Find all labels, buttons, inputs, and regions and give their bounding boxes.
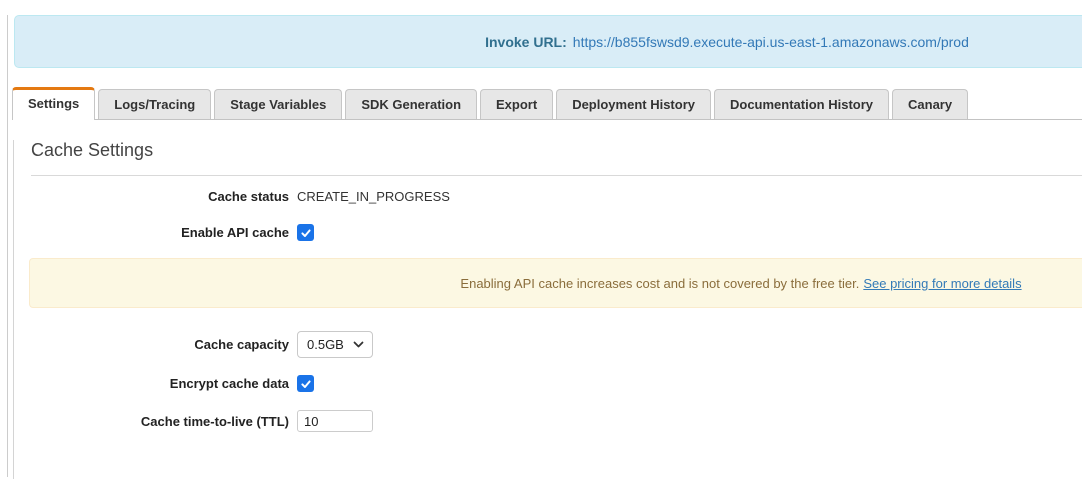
pricing-details-link[interactable]: See pricing for more details: [863, 276, 1021, 291]
warning-text: Enabling API cache increases cost and is…: [460, 275, 860, 291]
cache-capacity-row: Cache capacity 0.5GB: [14, 331, 1082, 358]
tab-export[interactable]: Export: [480, 89, 554, 119]
tab-canary[interactable]: Canary: [892, 89, 969, 119]
cache-status-value: CREATE_IN_PROGRESS: [297, 189, 450, 204]
checkmark-icon: [300, 379, 311, 388]
pane-divider[interactable]: [7, 15, 8, 477]
invoke-url-banner: Invoke URL: https://b855fswsd9.execute-a…: [14, 15, 1082, 68]
invoke-url-link[interactable]: https://b855fswsd9.execute-api.us-east-1…: [573, 34, 969, 50]
cache-ttl-row: Cache time-to-live (TTL): [14, 410, 1082, 432]
chevron-down-icon: [353, 341, 364, 348]
cache-ttl-input[interactable]: [297, 410, 373, 432]
invoke-url-label: Invoke URL:: [485, 33, 567, 50]
tab-logs-tracing[interactable]: Logs/Tracing: [98, 89, 212, 119]
encrypt-cache-data-checkbox[interactable]: [297, 375, 314, 392]
tab-sdk-generation[interactable]: SDK Generation: [345, 89, 478, 119]
tab-documentation-history[interactable]: Documentation History: [714, 89, 890, 119]
tab-settings[interactable]: Settings: [12, 87, 96, 120]
section-divider: [31, 175, 1082, 176]
tab-deployment-history[interactable]: Deployment History: [556, 89, 711, 119]
enable-api-cache-checkbox[interactable]: [297, 224, 314, 241]
enable-api-cache-row: Enable API cache: [14, 224, 1082, 241]
cache-capacity-select[interactable]: 0.5GB: [297, 331, 373, 358]
tab-stage-variables[interactable]: Stage Variables: [214, 89, 343, 119]
encrypt-cache-data-row: Encrypt cache data: [14, 375, 1082, 392]
cache-ttl-label: Cache time-to-live (TTL): [140, 413, 289, 429]
encrypt-cache-data-label: Encrypt cache data: [169, 376, 289, 391]
cache-pricing-warning: Enabling API cache increases cost and is…: [29, 258, 1082, 308]
cache-capacity-label: Cache capacity: [194, 337, 289, 352]
checkmark-icon: [300, 228, 311, 237]
cache-settings-title: Cache Settings: [31, 140, 154, 160]
settings-tab-panel: Cache Settings Cache status CREATE_IN_PR…: [13, 140, 1082, 479]
cache-status-row: Cache status CREATE_IN_PROGRESS: [14, 189, 1082, 204]
cache-status-label: Cache status: [208, 189, 289, 204]
cache-capacity-selected-value: 0.5GB: [307, 337, 344, 352]
enable-api-cache-label: Enable API cache: [181, 225, 289, 240]
stage-tabs: Settings Logs/Tracing Stage Variables SD…: [12, 87, 1082, 120]
